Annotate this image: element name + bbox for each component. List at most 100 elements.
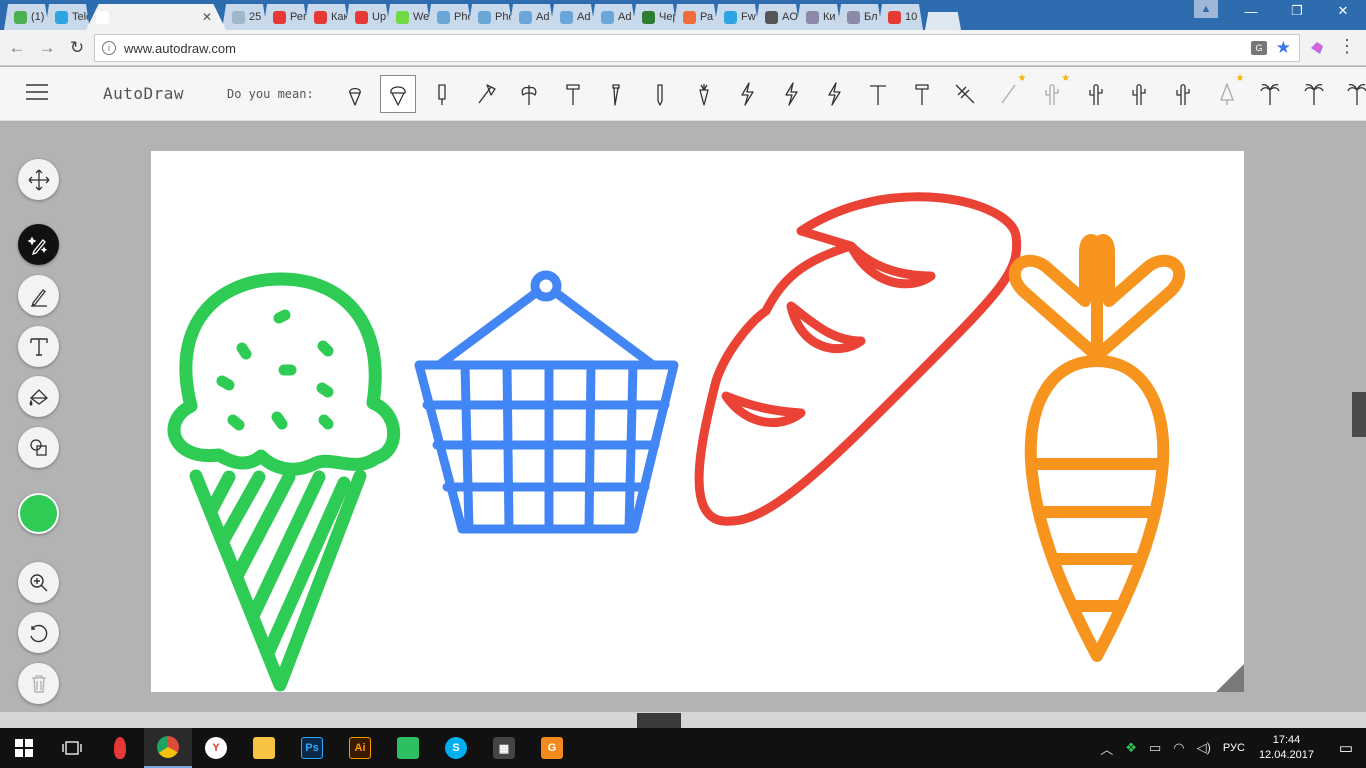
taskbar-app-mic[interactable]	[96, 728, 144, 768]
close-tab-icon[interactable]: ✕	[202, 10, 212, 24]
carrot-drawing[interactable]	[1008, 234, 1186, 662]
dropbox-icon[interactable]: ❖	[1125, 740, 1137, 756]
suggestion-palm-tree-icon[interactable]	[1292, 76, 1336, 112]
scrollbar-thumb[interactable]	[1352, 392, 1366, 437]
browser-tab[interactable]: We	[386, 4, 431, 30]
browser-tab[interactable]: Ad	[550, 4, 595, 30]
url-text[interactable]: www.autodraw.com	[124, 41, 236, 56]
taskbar-app-skype[interactable]: S	[432, 728, 480, 768]
suggestion-t-tool-icon[interactable]	[856, 76, 900, 112]
suggestion-ice-cream-cone-icon[interactable]	[380, 75, 417, 113]
translate-icon[interactable]: G	[1251, 41, 1267, 55]
browser-tab[interactable]: Как	[304, 4, 349, 30]
browser-tab[interactable]: Ad	[591, 4, 636, 30]
notifications-icon[interactable]: ▭	[1326, 728, 1366, 768]
zoom-tool-button[interactable]	[18, 562, 59, 603]
type-tool-button[interactable]	[18, 326, 59, 367]
close-window-button[interactable]: ✕	[1320, 0, 1366, 22]
menu-icon[interactable]	[26, 84, 48, 102]
browser-tab[interactable]: Tele	[45, 4, 90, 30]
address-bar[interactable]: i www.autodraw.com G ★	[94, 34, 1300, 62]
autodraw-tool-button[interactable]	[18, 224, 59, 265]
suggestion-palm-tree-icon[interactable]	[1336, 76, 1366, 112]
taskbar-app-photoshop[interactable]: Ps	[288, 728, 336, 768]
browser-tab[interactable]: Чер	[632, 4, 677, 30]
language-indicator[interactable]: РУС	[1223, 742, 1245, 754]
browser-tab[interactable]: Up	[345, 4, 390, 30]
color-picker-button[interactable]	[18, 493, 59, 534]
taskbar-app-calculator[interactable]: ▦	[480, 728, 528, 768]
reload-button[interactable]: ↻	[64, 35, 90, 61]
bookmark-star-icon[interactable]: ★	[1276, 38, 1291, 58]
suggestion-hammer-icon[interactable]	[551, 76, 595, 112]
suggestion-popsicle-icon[interactable]	[420, 76, 464, 112]
suggestion-hammer-icon[interactable]	[900, 76, 944, 112]
user-profile-icon[interactable]: ▲	[1194, 0, 1218, 18]
taskbar-app-evernote[interactable]	[384, 728, 432, 768]
browser-tab[interactable]: (1)	[4, 4, 49, 30]
browser-tab[interactable]: Ad	[509, 4, 554, 30]
suggestion-cactus-icon[interactable]	[1118, 76, 1162, 112]
canvas-resize-handle[interactable]	[1216, 664, 1244, 692]
browser-tab[interactable]: ✕	[86, 4, 226, 30]
browser-tab[interactable]: Pho	[427, 4, 472, 30]
suggestion-screw-icon[interactable]	[595, 76, 639, 112]
suggestion-cactus-icon[interactable]	[1074, 76, 1118, 112]
battery-icon[interactable]: ▭	[1149, 740, 1161, 756]
minimize-button[interactable]: —	[1228, 0, 1274, 22]
browser-tab[interactable]: Ра	[673, 4, 718, 30]
taskbar-app-folder[interactable]	[240, 728, 288, 768]
ice-cream-drawing[interactable]	[167, 272, 401, 692]
chrome-menu-button[interactable]: ⋮	[1338, 36, 1356, 57]
new-tab-button[interactable]	[925, 12, 961, 30]
suggestion-tree-icon[interactable]: ★	[1205, 73, 1249, 112]
undo-button[interactable]	[18, 612, 59, 653]
suggestion-rake-icon[interactable]	[943, 76, 987, 112]
wifi-icon[interactable]: ◠	[1173, 740, 1184, 756]
taskbar-app-chrome[interactable]	[144, 728, 192, 768]
suggestion-cactus-icon[interactable]: ★	[1031, 73, 1075, 112]
suggestion-lightning-icon[interactable]	[769, 76, 813, 112]
browser-tab[interactable]: Fw	[714, 4, 759, 30]
suggestion-double-axe-icon[interactable]	[507, 76, 551, 112]
basket-drawing[interactable]	[414, 270, 679, 534]
suggestion-cactus-icon[interactable]	[1161, 76, 1205, 112]
browser-tab[interactable]: Рег	[263, 4, 308, 30]
taskbar-app-app[interactable]: G	[528, 728, 576, 768]
browser-tab[interactable]: 25	[222, 4, 267, 30]
bread-drawing[interactable]	[694, 192, 1022, 526]
back-button[interactable]: ←	[4, 35, 30, 61]
extension-icon[interactable]	[1308, 39, 1326, 57]
taskbar-app-illustrator[interactable]: Ai	[336, 728, 384, 768]
volume-icon[interactable]: ◁)	[1197, 740, 1211, 756]
browser-tab[interactable]: Pho	[468, 4, 513, 30]
bottom-handle[interactable]	[637, 713, 681, 728]
suggestion-wand-icon[interactable]: ★	[987, 73, 1031, 112]
start-button[interactable]	[0, 728, 48, 768]
browser-tab[interactable]: Бл	[837, 4, 882, 30]
forward-button[interactable]: →	[34, 35, 60, 61]
ice-cream-icon	[349, 87, 361, 106]
drawing-canvas[interactable]	[151, 151, 1244, 692]
task-view-button[interactable]	[48, 728, 96, 768]
maximize-button[interactable]: ❐	[1274, 0, 1320, 22]
suggestion-lightning-icon[interactable]	[725, 76, 769, 112]
page-info-icon[interactable]: i	[102, 41, 116, 55]
clock[interactable]: 17:44 12.04.2017	[1259, 733, 1314, 763]
browser-tab[interactable]: Ки	[796, 4, 841, 30]
fill-tool-button[interactable]	[18, 376, 59, 417]
suggestion-carrot-icon[interactable]	[682, 76, 726, 112]
draw-tool-button[interactable]	[18, 275, 59, 316]
taskbar-app-yandex[interactable]: Y	[192, 728, 240, 768]
suggestion-ice-cream-icon[interactable]	[333, 76, 377, 112]
shape-tool-button[interactable]	[18, 427, 59, 468]
delete-button[interactable]	[18, 663, 59, 704]
suggestion-palm-tree-icon[interactable]	[1248, 76, 1292, 112]
suggestion-axe-icon[interactable]	[464, 76, 508, 112]
suggestion-lightning-icon[interactable]	[813, 76, 857, 112]
browser-tab[interactable]: 10	[878, 4, 923, 30]
move-tool-button[interactable]	[18, 159, 59, 200]
show-hidden-icons-icon[interactable]: ︿	[1100, 739, 1113, 758]
browser-tab[interactable]: AO	[755, 4, 800, 30]
suggestion-pencil-icon[interactable]	[638, 76, 682, 112]
